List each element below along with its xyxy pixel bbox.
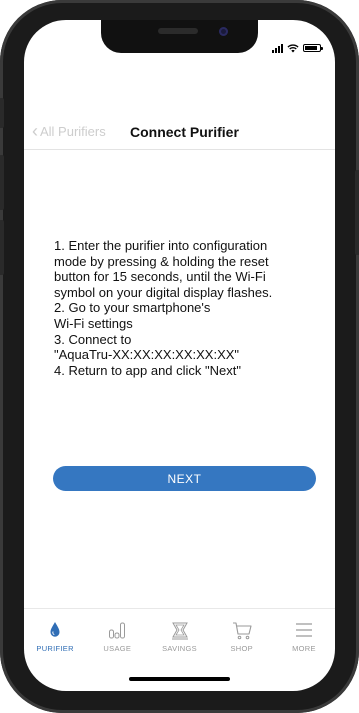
tab-savings[interactable]: SAVINGS <box>148 609 210 667</box>
menu-icon <box>295 623 312 637</box>
bar-chart-icon <box>109 622 126 639</box>
power-button <box>355 170 359 255</box>
instruction-line: Wi-Fi settings <box>54 315 133 331</box>
tab-shop[interactable]: SHOP <box>211 609 273 667</box>
wifi-icon <box>287 43 299 52</box>
tab-bar: PURIFIER USAGE SAVINGS SHOP MORE <box>24 608 335 667</box>
instruction-line: mode by pressing & holding the reset <box>54 253 269 269</box>
mute-switch <box>0 98 4 128</box>
status-bar-icons <box>272 42 323 54</box>
speaker-grille <box>158 28 198 34</box>
tab-label: PURIFIER <box>36 644 74 653</box>
instruction-line: 1. Enter the purifier into configuration <box>54 238 268 253</box>
app-screen: ‹ All Purifiers Connect Purifier 1. Ente… <box>24 20 335 691</box>
home-indicator <box>129 677 230 681</box>
tab-purifier[interactable]: PURIFIER <box>24 609 86 667</box>
water-drop-icon <box>50 622 60 637</box>
notch <box>101 20 258 53</box>
instruction-line: button for 15 seconds, until the Wi-Fi <box>54 269 266 285</box>
piggy-bank-icon <box>171 622 188 640</box>
phone-frame: ‹ All Purifiers Connect Purifier 1. Ente… <box>0 0 359 713</box>
instruction-line: 3. Connect to <box>54 331 132 347</box>
instruction-line: symbol on your digital display flashes. <box>54 284 273 300</box>
tab-label: USAGE <box>103 644 132 653</box>
cellular-signal-icon <box>272 43 283 53</box>
battery-icon <box>303 44 323 52</box>
volume-down-button <box>0 220 4 275</box>
tab-more[interactable]: MORE <box>273 609 335 667</box>
instruction-line: 2. Go to your smartphone's <box>54 300 211 316</box>
chevron-left-icon: ‹ <box>32 121 38 141</box>
volume-up-button <box>0 155 4 210</box>
navigation-bar: ‹ All Purifiers Connect Purifier <box>24 117 335 150</box>
back-button-label: All Purifiers <box>40 123 106 139</box>
front-camera <box>219 27 228 36</box>
instruction-line: "AquaTru-XX:XX:XX:XX:XX:XX" <box>54 347 240 363</box>
tab-label: SHOP <box>230 644 253 653</box>
tab-usage[interactable]: USAGE <box>86 609 148 667</box>
instruction-line: 4. Return to app and click "Next" <box>54 362 241 378</box>
tab-label: SAVINGS <box>162 644 197 653</box>
page-title: Connect Purifier <box>130 124 239 140</box>
instructions-text: 1. Enter the purifier into configuration… <box>54 238 319 378</box>
next-button[interactable]: NEXT <box>53 466 316 491</box>
cart-icon <box>232 622 252 640</box>
tab-label: MORE <box>292 644 316 653</box>
back-button[interactable]: ‹ All Purifiers <box>32 121 106 141</box>
